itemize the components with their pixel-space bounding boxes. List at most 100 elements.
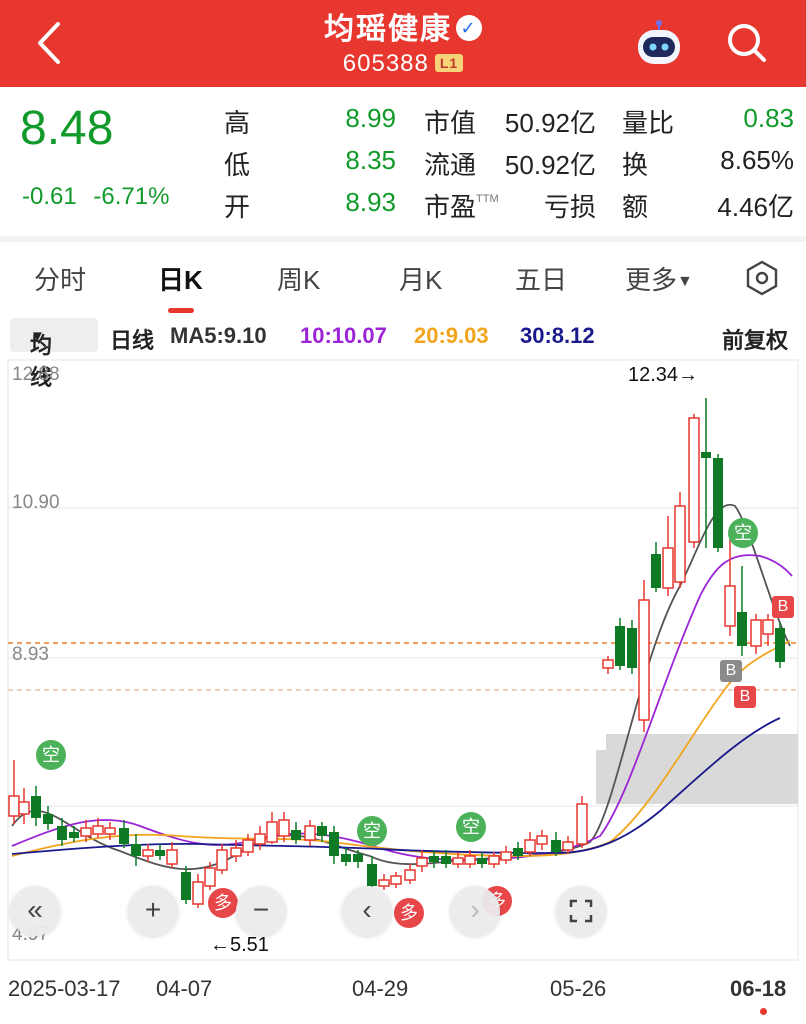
candlestick-body (762, 619, 774, 635)
candlestick-body (662, 547, 674, 589)
min-price-marker: ←5.51 (210, 934, 269, 956)
level-badge: L1 (434, 54, 464, 72)
candlestick-body (416, 857, 428, 867)
candlestick-body (750, 619, 762, 647)
candlestick-body (615, 626, 625, 666)
candlestick (524, 832, 536, 856)
settings-hex-icon[interactable] (744, 260, 780, 296)
tab-more[interactable]: 更多▼ (625, 260, 693, 297)
candlestick-body (390, 875, 402, 885)
candlestick-body (367, 864, 377, 886)
candlestick-body (513, 848, 523, 856)
zoom-in-button[interactable]: + (128, 886, 178, 936)
float-label: 流通 (424, 150, 477, 180)
candlestick-body (69, 832, 79, 838)
amount-label: 额 (622, 192, 649, 222)
candlestick-body (724, 585, 736, 627)
candlestick (416, 850, 428, 872)
tab-five-day[interactable]: 五日 (515, 260, 567, 297)
candlestick (216, 844, 228, 874)
collapse-button[interactable]: « (10, 886, 60, 936)
candlestick (242, 834, 254, 856)
candlestick (69, 826, 79, 842)
candlestick-body (551, 840, 561, 852)
candlestick (615, 618, 625, 670)
mktcap-value: 50.92亿 (504, 108, 596, 138)
signal-kong-badge: 空 (357, 816, 387, 846)
candlestick-body (57, 826, 67, 840)
candlestick (638, 580, 650, 732)
indicator-select[interactable]: 均线 ▼ (10, 318, 98, 390)
candlestick (576, 796, 588, 848)
candlestick (536, 830, 548, 850)
caret-down-icon: ▼ (677, 273, 693, 290)
candlestick-body (353, 854, 363, 862)
candlestick-body (254, 833, 266, 845)
signal-kong-badge: 空 (36, 740, 66, 770)
candlestick-body (242, 839, 254, 853)
candlestick-body (464, 855, 476, 865)
adjust-mode[interactable]: 前复权 (722, 323, 788, 355)
candlestick-body (562, 841, 574, 851)
tab-weekly-k[interactable]: 周K (277, 260, 320, 297)
tab-intraday[interactable]: 分时 (34, 260, 86, 297)
y-label-2: 10.90 (12, 492, 60, 513)
candlestick (8, 760, 20, 824)
ma5-value: MA5:9.10 (170, 323, 267, 348)
quote-panel: 8.48 -0.61 -6.71% 高 8.99 低 8.35 开 8.93 市… (0, 87, 806, 237)
y-label-top: 12.88 (12, 364, 60, 385)
candlestick-body (80, 827, 92, 837)
period-tabs: 分时 日K 周K 月K 五日 更多▼ (0, 242, 806, 313)
max-price-marker: 12.34→ (628, 364, 699, 386)
candlestick-body (674, 505, 686, 583)
candlestick (192, 874, 204, 908)
amount-value: 4.46亿 (717, 192, 794, 222)
stock-name: 均瑶健康 (324, 13, 452, 46)
x-axis: 2025-03-17 04-07 04-29 05-26 06-18 (0, 966, 806, 1024)
kline-svg (7, 359, 799, 961)
tab-monthly-k[interactable]: 月K (399, 260, 442, 297)
candlestick-body (266, 821, 278, 843)
candlestick-body (142, 849, 154, 857)
x-label: 04-29 (352, 976, 409, 1001)
price-change-pct: -6.71% (93, 183, 170, 210)
next-button[interactable]: › (450, 886, 500, 936)
candlestick-body (429, 856, 439, 862)
low-value: 8.35 (345, 145, 396, 175)
candlestick-body (775, 628, 785, 662)
candlestick-body (104, 827, 116, 835)
fullscreen-button[interactable] (556, 886, 606, 936)
search-icon[interactable] (722, 18, 772, 68)
x-label: 2025-03-17 (8, 976, 121, 1001)
candlestick-body (317, 826, 327, 836)
last-price: 8.48 (20, 102, 114, 155)
tab-daily-k[interactable]: 日K (158, 260, 203, 297)
candlestick (166, 842, 178, 868)
app-header: 均瑶健康 ✓ 605388 L1 (0, 0, 806, 87)
candlestick-body (341, 854, 351, 862)
candlestick (627, 620, 637, 674)
candlestick-body (452, 857, 464, 865)
candlestick (317, 822, 327, 842)
candlestick (500, 846, 512, 864)
high-value: 8.99 (345, 103, 396, 133)
candlestick (737, 566, 747, 656)
candlestick-body (688, 417, 700, 543)
zoom-out-button[interactable]: − (236, 886, 286, 936)
open-label: 开 (224, 192, 251, 222)
prev-button[interactable]: ‹ (342, 886, 392, 936)
kline-chart[interactable]: 12.88 10.90 8.93 4.97 12.34→ ←5.51 空 空 空… (0, 356, 806, 966)
candlestick (304, 820, 316, 846)
high-label: 高 (224, 108, 251, 138)
robot-assistant-icon[interactable] (632, 18, 686, 68)
candlestick (367, 856, 377, 890)
candlestick-body (651, 554, 661, 588)
float-value: 50.92亿 (504, 150, 596, 180)
candlestick (181, 866, 191, 904)
candlestick-body (131, 844, 141, 856)
period-label: 日线 (110, 328, 155, 353)
candlestick-body (278, 819, 290, 837)
candlestick (119, 820, 129, 848)
candlestick (713, 454, 723, 552)
candlestick-body (536, 835, 548, 845)
